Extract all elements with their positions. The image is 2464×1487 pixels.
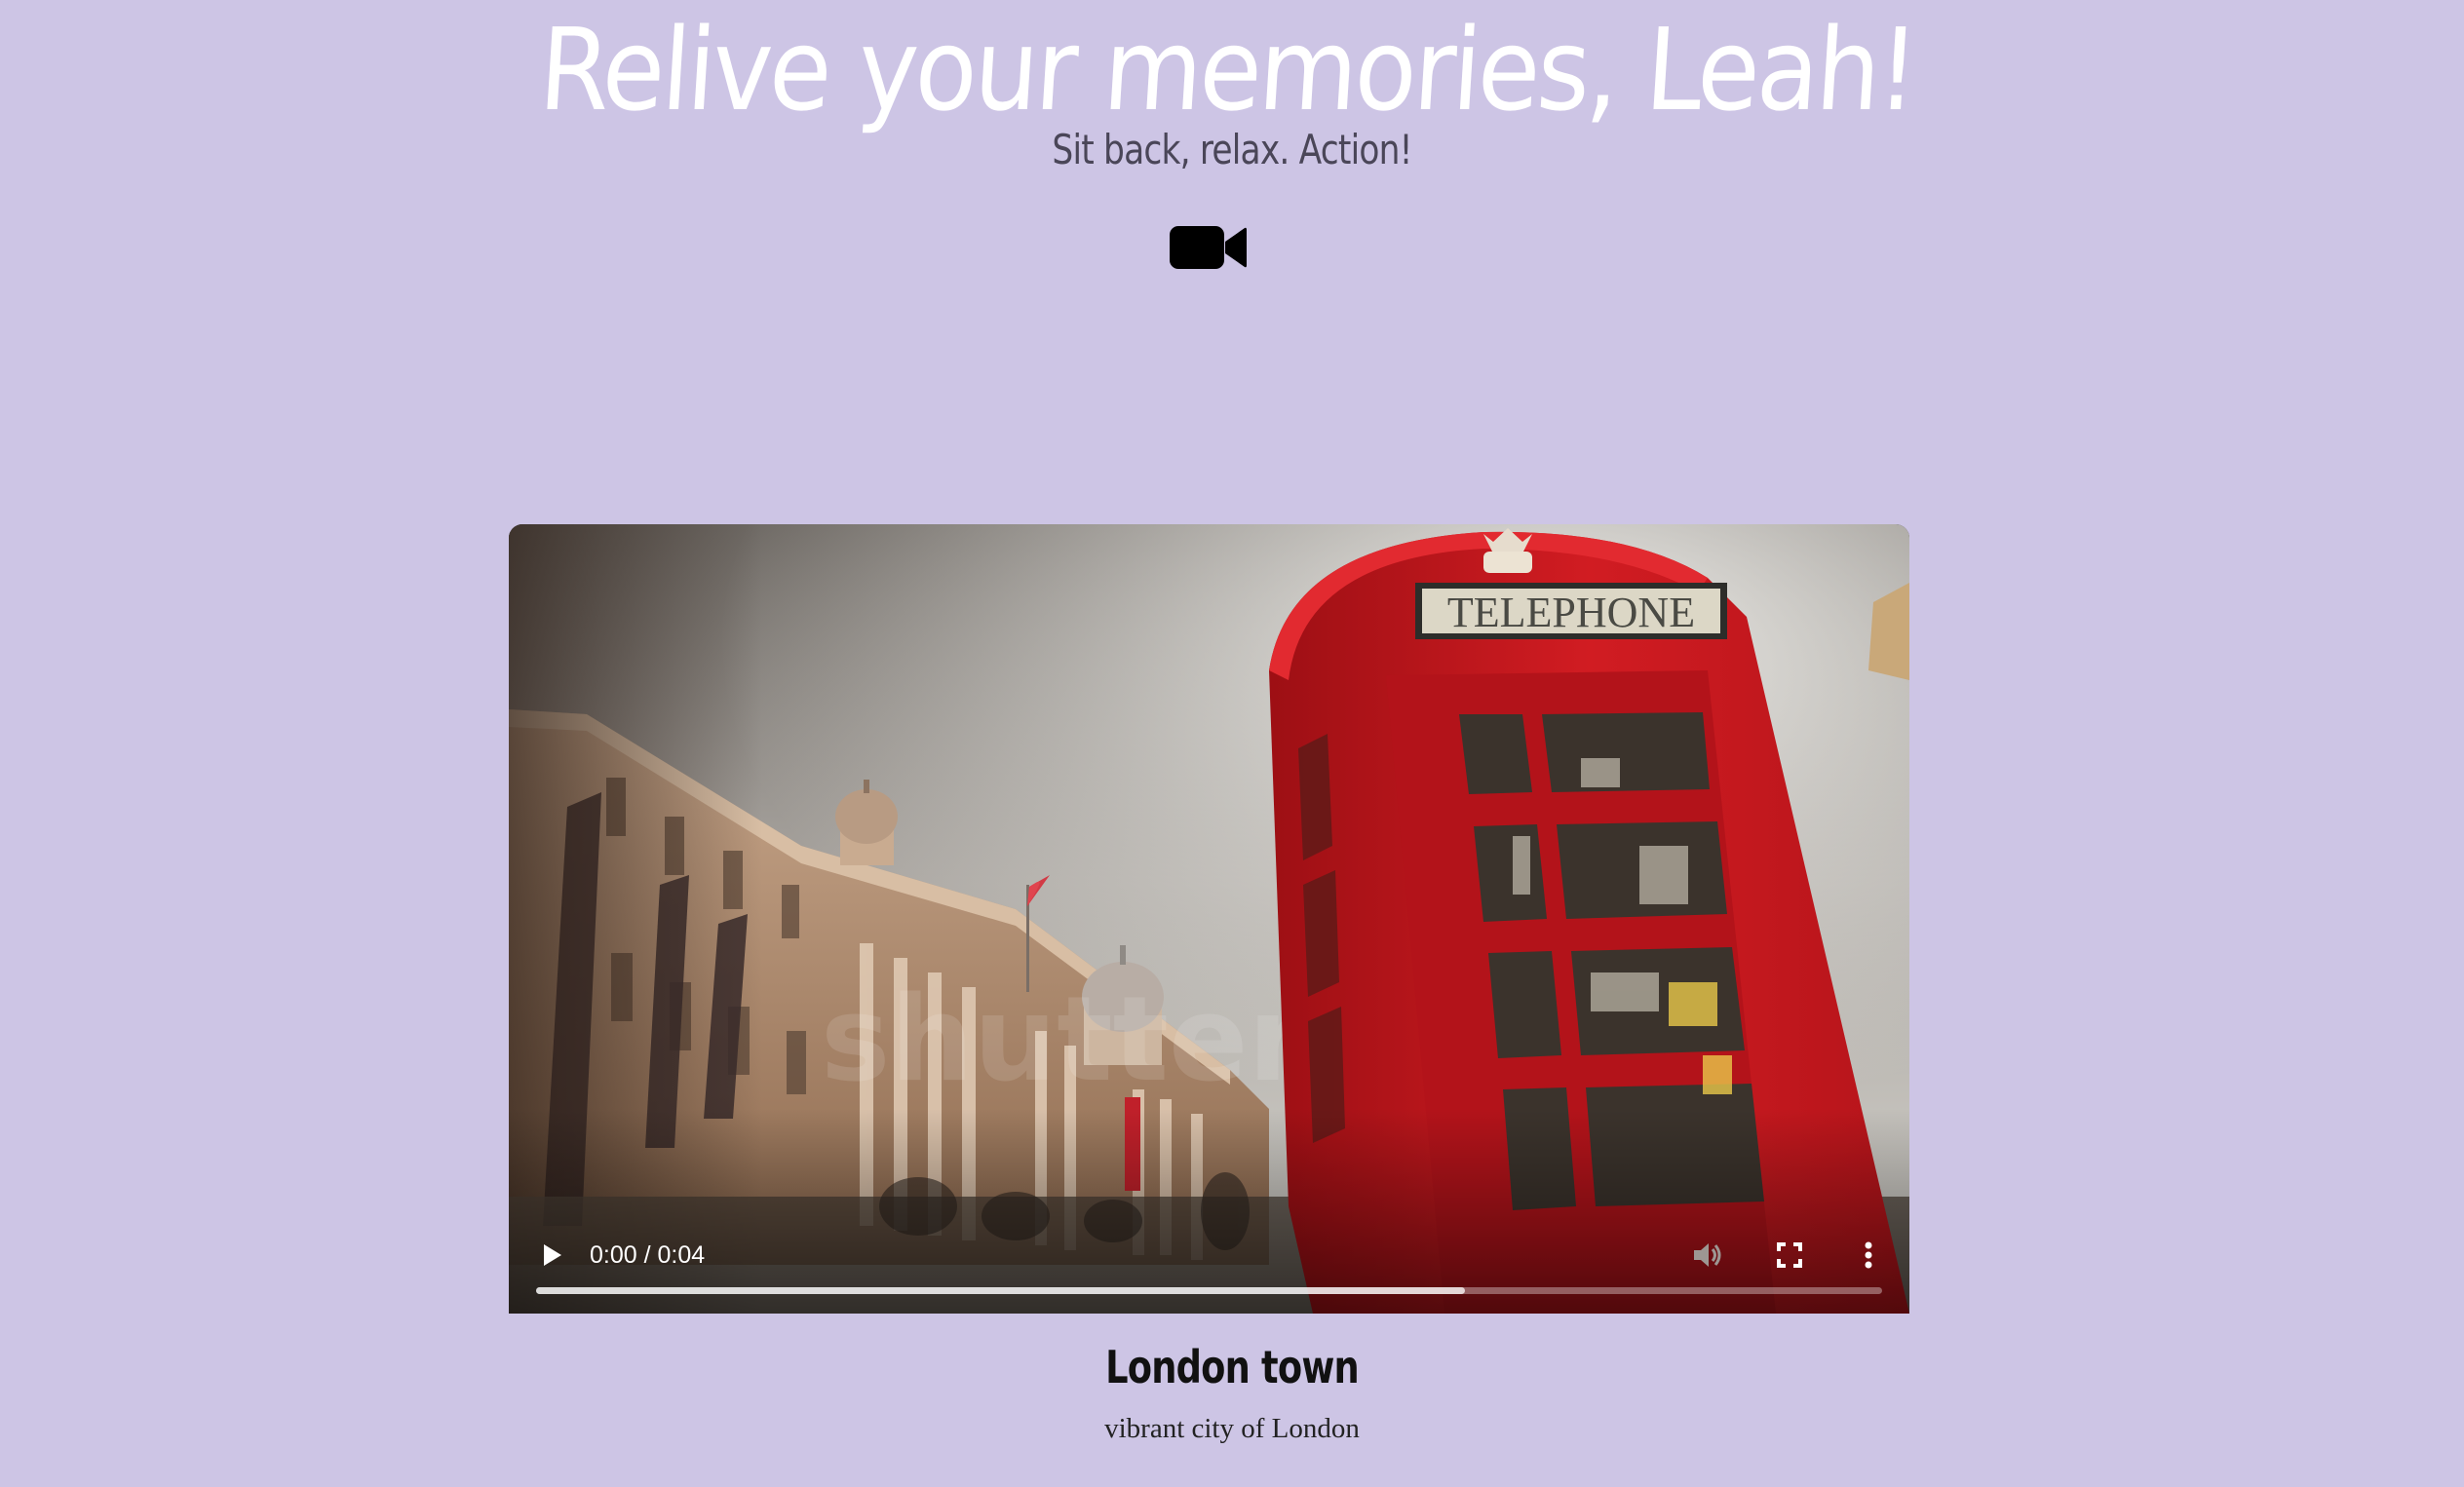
progress-bar[interactable] bbox=[536, 1287, 1882, 1294]
time-display: 0:00 / 0:04 bbox=[590, 1241, 706, 1269]
video-frame: shutterstock TELEPHONE bbox=[509, 524, 1909, 1314]
page-title: Relive your memories, Leah! bbox=[535, 3, 1920, 136]
more-vertical-icon[interactable] bbox=[1854, 1236, 1883, 1275]
volume-icon[interactable] bbox=[1687, 1236, 1726, 1275]
buffered-progress bbox=[536, 1287, 1465, 1294]
video-controls: 0:00 / 0:04 bbox=[509, 1206, 1909, 1314]
video-player[interactable]: shutterstock TELEPHONE 0:00 / 0:04 bbox=[509, 524, 1909, 1314]
telephone-sign: TELEPHONE bbox=[1447, 589, 1695, 636]
video-description: vibrant city of London bbox=[1104, 1413, 1360, 1444]
play-icon[interactable] bbox=[534, 1238, 569, 1273]
page-subtitle: Sit back, relax. Action! bbox=[1052, 126, 1412, 173]
video-camera-icon bbox=[1170, 226, 1247, 269]
video-title: London town bbox=[1105, 1341, 1360, 1393]
fullscreen-icon[interactable] bbox=[1770, 1236, 1809, 1275]
